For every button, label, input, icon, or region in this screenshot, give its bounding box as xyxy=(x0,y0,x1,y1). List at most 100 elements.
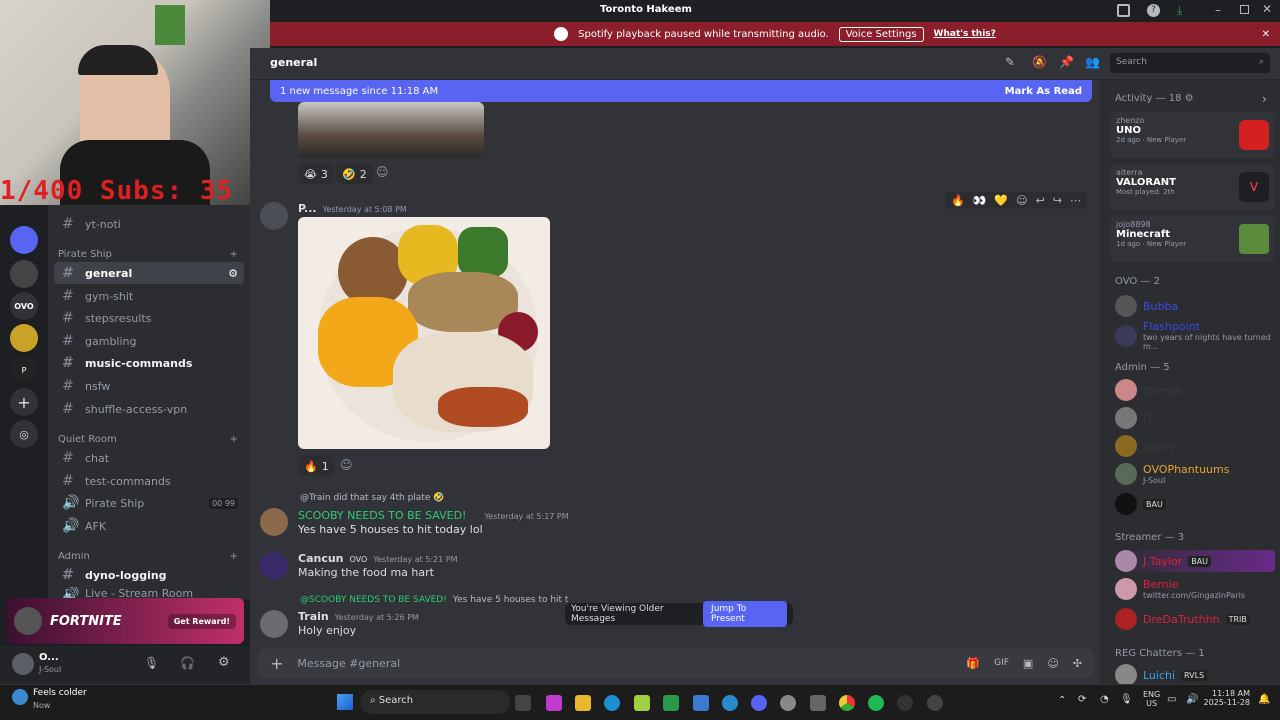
forward-icon[interactable]: ↪ xyxy=(1053,194,1062,207)
avatar[interactable] xyxy=(12,653,34,675)
channel-gym-shit[interactable]: # gym-shit xyxy=(54,285,244,307)
avatar[interactable] xyxy=(260,552,288,580)
settings-icon[interactable] xyxy=(780,695,796,711)
wifi-icon[interactable]: ◔ xyxy=(1100,694,1109,705)
weather-text[interactable]: Feels colder xyxy=(33,688,87,698)
apps-icon[interactable]: ✣ xyxy=(1073,657,1082,670)
mic-tray-icon[interactable]: 🎙 xyxy=(1120,694,1133,705)
member-item[interactable]: J.Taylor BAU xyxy=(1115,550,1275,572)
channel-shuffle-access-vpn[interactable]: # shuffle-access-vpn xyxy=(54,398,244,420)
add-channel-icon[interactable]: + xyxy=(230,434,238,445)
clock[interactable]: 11:18 AM 2025-11-28 xyxy=(1200,689,1251,707)
p-server-icon[interactable]: P xyxy=(10,356,38,384)
jump-to-present-button[interactable]: Jump To Present xyxy=(703,601,787,627)
channel-general[interactable]: # general ⚙ xyxy=(54,262,244,284)
server-icon[interactable] xyxy=(10,260,38,288)
obs-icon[interactable] xyxy=(897,695,913,711)
category-quiet-room[interactable]: Quiet Room + xyxy=(58,434,238,445)
activity-card[interactable]: zhenzo UNO 2d ago · New Player xyxy=(1110,112,1275,158)
threads-icon[interactable]: ✎ xyxy=(1005,55,1015,69)
chevron-up-icon[interactable]: ⌃ xyxy=(1058,695,1066,706)
download-icon[interactable]: ⤓ xyxy=(1177,3,1182,18)
excel-icon[interactable] xyxy=(663,695,679,711)
minimize-icon[interactable]: – xyxy=(1215,3,1221,17)
windows-start-icon[interactable] xyxy=(337,694,353,710)
avatar[interactable] xyxy=(260,508,288,536)
quick-reaction[interactable]: 👀 xyxy=(973,194,987,207)
spotify-icon[interactable] xyxy=(868,695,884,711)
dismiss-icon[interactable]: ✕ xyxy=(1262,29,1270,40)
voice-settings-button[interactable]: Voice Settings xyxy=(838,26,924,42)
gif-icon[interactable]: GIF xyxy=(994,658,1009,668)
message-author[interactable]: Cancun xyxy=(298,552,344,565)
channel-gambling[interactable]: # gambling xyxy=(54,330,244,352)
edge-icon[interactable] xyxy=(604,695,620,711)
headphones-icon[interactable]: 🎧 xyxy=(180,656,195,670)
member-item[interactable]: OVOPhantuums J-Soul xyxy=(1115,463,1275,485)
activity-card[interactable]: alterra VALORANT Most played: 2th V xyxy=(1110,164,1275,210)
member-item[interactable]: zooky xyxy=(1115,435,1275,457)
gift-icon[interactable]: 🎁 xyxy=(966,657,980,670)
chrome-icon[interactable] xyxy=(839,695,855,711)
more-icon[interactable]: ⋯ xyxy=(1070,194,1081,207)
notifications-icon[interactable]: 🔔 xyxy=(1258,694,1270,705)
app-icon[interactable] xyxy=(810,695,826,711)
language-indicator[interactable]: ENG US xyxy=(1143,690,1160,708)
volume-icon[interactable]: 🔊 xyxy=(1186,694,1198,705)
reply-reference[interactable]: @SCOOBY NEEDS TO BE SAVED! Yes have 5 ho… xyxy=(300,595,568,605)
chevron-right-icon[interactable]: › xyxy=(1262,92,1267,106)
search-input[interactable]: Search ⌕ xyxy=(1110,53,1270,73)
members-icon[interactable]: 👥 xyxy=(1085,55,1100,69)
maximize-icon[interactable] xyxy=(1240,5,1249,14)
category-pirate-ship[interactable]: Pirate Ship + xyxy=(58,249,238,260)
server-icon[interactable] xyxy=(10,324,38,352)
member-item[interactable]: Bernie twitter.com/GingazinParis xyxy=(1115,578,1275,600)
fortnite-promo[interactable]: FORTNITE Get Reward! xyxy=(6,598,244,644)
avatar[interactable] xyxy=(260,610,288,638)
whats-this-link[interactable]: What's this? xyxy=(934,29,996,39)
food-plate-image[interactable] xyxy=(298,217,550,449)
message-author[interactable]: Train xyxy=(298,610,329,623)
channel-dyno-logging[interactable]: # dyno-logging xyxy=(54,564,244,586)
channel-chat[interactable]: # chat xyxy=(54,447,244,469)
add-reaction-icon[interactable]: ☺ xyxy=(340,458,353,472)
message-input[interactable]: Message #general xyxy=(297,657,400,670)
inbox-icon[interactable] xyxy=(1117,4,1130,17)
quick-reaction[interactable]: 🔥 xyxy=(951,194,965,207)
settings-icon[interactable]: ⚙ xyxy=(228,267,238,280)
channel-yt-noti[interactable]: # yt-noti xyxy=(54,213,244,235)
member-item[interactable]: zhenzo xyxy=(1115,379,1275,401)
mute-icon[interactable]: 🔕 xyxy=(1032,55,1047,69)
discord-icon[interactable] xyxy=(751,695,767,711)
app-icon[interactable] xyxy=(634,695,650,711)
emoji-icon[interactable]: ☺ xyxy=(1047,657,1058,670)
add-reaction-icon[interactable]: ☺ xyxy=(376,165,389,179)
network-icon[interactable]: ▭ xyxy=(1167,694,1176,705)
new-messages-bar[interactable]: 1 new message since 11:18 AM Mark As Rea… xyxy=(270,80,1092,102)
app-icon[interactable] xyxy=(693,695,709,711)
server-icon[interactable] xyxy=(10,226,38,254)
add-server-icon[interactable]: + xyxy=(10,388,38,416)
add-channel-icon[interactable]: + xyxy=(230,249,238,260)
message-composer[interactable]: + Message #general 🎁 GIF ▣ ☺ ✣ xyxy=(258,648,1094,678)
channel-stepsresults[interactable]: # stepsresults xyxy=(54,307,244,329)
channel-nsfw[interactable]: # nsfw xyxy=(54,375,244,397)
category-admin[interactable]: Admin + xyxy=(58,551,238,562)
task-view-icon[interactable] xyxy=(515,695,531,711)
previous-image-attachment[interactable] xyxy=(298,102,484,158)
avatar[interactable] xyxy=(260,202,288,230)
voice-channel-pirate-ship[interactable]: 🔊 Pirate Ship 00 99 xyxy=(54,492,244,514)
file-explorer-icon[interactable] xyxy=(575,695,591,711)
voice-channel-afk[interactable]: 🔊 AFK xyxy=(54,515,244,537)
get-reward-button[interactable]: Get Reward! xyxy=(167,613,236,629)
taskbar-search[interactable]: ⌕ Search xyxy=(360,690,510,714)
add-channel-icon[interactable]: + xyxy=(230,551,238,562)
reaction[interactable]: 🤣 2 xyxy=(336,164,373,184)
member-item[interactable]: Luichi RVLS xyxy=(1115,664,1275,686)
activity-card[interactable]: jojo8898 Minecraft 1d ago · New Player xyxy=(1110,216,1275,262)
sticker-icon[interactable]: ▣ xyxy=(1023,657,1033,670)
add-reaction-icon[interactable]: ☺ xyxy=(1016,194,1027,207)
close-window-icon[interactable]: ✕ xyxy=(1262,2,1272,16)
copilot-icon[interactable] xyxy=(546,695,562,711)
member-item[interactable]: Bubba xyxy=(1115,295,1275,317)
